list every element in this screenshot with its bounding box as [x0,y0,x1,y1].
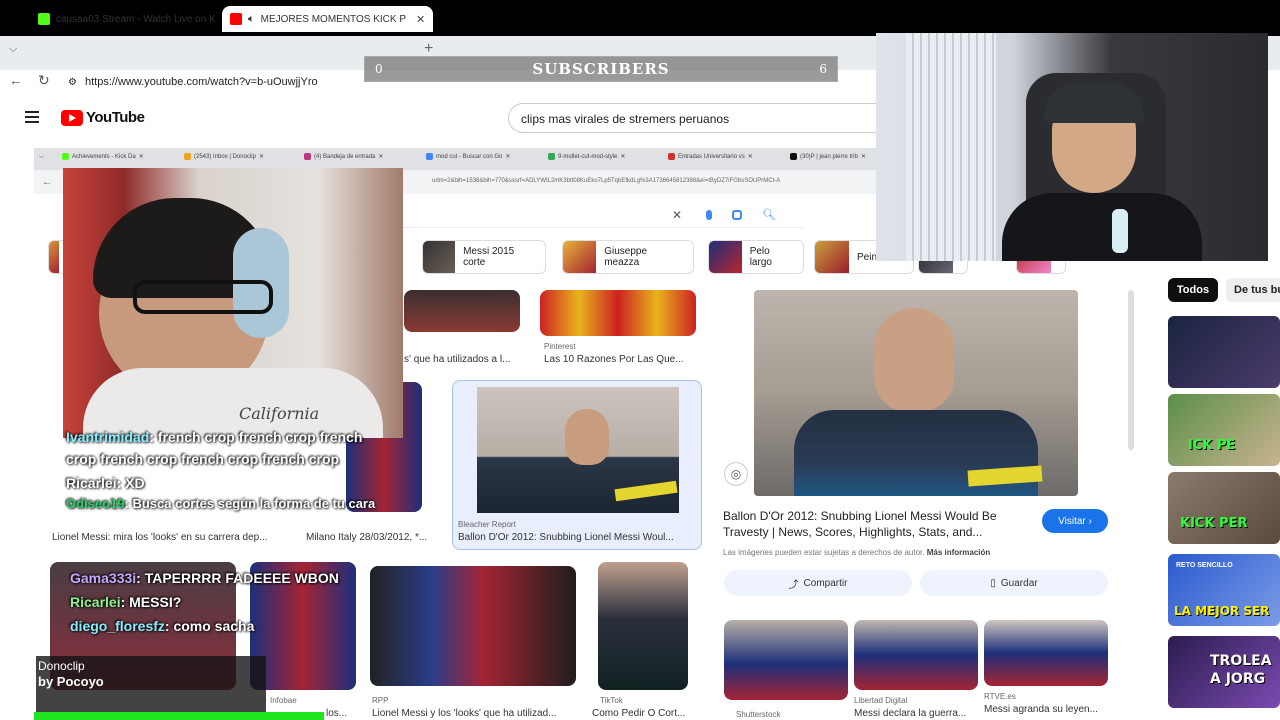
inner-tab: (2543) Inbox | Donoclip ✕ [184,153,264,160]
result-caption: Messi declara la guerra... [854,708,967,719]
result-caption: s' que ha utilizados a l... [404,354,511,365]
subscriber-goal: 6 [819,62,827,76]
site-info-icon[interactable]: ⚙ [68,77,77,88]
result-caption: Lionel Messi: mira los 'looks' en su car… [52,532,268,543]
bookmark-icon: ▯ [990,577,996,589]
youtube-play-icon [61,109,83,126]
inner-tab: (30)P | jean pierre trib ✕ [790,153,866,160]
result-caption: Milano Italy 28/03/2012, *... [306,532,428,543]
tab-youtube-video[interactable]: 🔈︎ MEJORES MOMENTOS KICK P ✕ [222,6,434,32]
lens-search-icon: ◎ [724,462,748,486]
recommended-video-thumbnail[interactable]: RETO SENCILLO LA MEJOR SER [1168,554,1280,626]
result-source: RTVE.es [984,692,1016,701]
result-source: Bleacher Report [458,520,516,529]
chip: Pelo largo [708,240,804,274]
youtube-logo[interactable]: YouTube [61,109,145,126]
result-source: Shutterstock [736,710,781,719]
clear-search-icon: ✕ [672,208,683,222]
chat-message: Gama333i: TAPERRRR FADEEEE WBON [70,570,339,586]
donoclip-author: by Pocoyo [38,674,104,689]
inner-tab: Entradas Universitario vs ✕ [668,153,753,160]
tab-search-chevron-icon[interactable]: ⌵ [9,43,17,56]
result-source: Libertad Digital [854,696,908,705]
result-caption: Messi agranda su leyen... [984,704,1098,715]
youtube-icon [230,13,242,25]
chip: Giuseppe meazza [562,240,694,274]
result-caption: Lionel Messi y los 'looks' que ha utiliz… [372,708,557,719]
donoclip-overlay: Donoclip by Pocoyo [36,656,266,712]
recommended-video-thumbnail[interactable]: TROLEA A JORG [1168,636,1280,708]
share-button: ⤴ Compartir [724,570,912,596]
microphone-icon [706,210,712,220]
chat-overlay-2: Gama333i: TAPERRRR FADEEEE WBON Ricarlei… [70,566,370,638]
back-arrow-icon[interactable]: ← [9,72,23,88]
result-source: TikTok [600,696,623,705]
chevron-down-icon: ⌵ [39,153,45,160]
inner-tab: Achievements - Kick Da ✕ [62,153,144,160]
streamer-webcam-left: California [63,168,403,438]
panel-title: Ballon D'Or 2012: Snubbing Lionel Messi … [723,509,997,539]
donoclip-progress-bar [34,712,324,720]
search-icon: 🔍︎ [762,209,776,221]
result-image [598,562,688,690]
subscriber-goal-bar: 0 SUBSCRIBERS 6 [364,56,838,82]
recommended-video-thumbnail[interactable]: KICK PER [1168,472,1280,544]
result-image [370,566,576,686]
inner-url-text: udm=2&bih=1536&bih=770&sxsrf=ADLYWIL2mK3… [432,178,781,184]
subscriber-label: SUBSCRIBERS [532,60,670,78]
shirt-print: California [239,404,320,423]
lens-icon [732,210,742,220]
speaker-icon[interactable]: 🔈︎ [248,13,255,26]
result-caption: los... [326,708,348,719]
url-text: https://www.youtube.com/watch?v=b-uOuwjj… [84,76,318,88]
result-image [404,290,520,332]
share-icon: ⤴ [788,579,799,591]
save-button: ▯ Guardar [920,570,1108,596]
inner-tab: (4) Bandeja de entrada ✕ [304,153,383,160]
recommended-video-thumbnail[interactable]: ICK PE [1168,394,1280,466]
youtube-search-input[interactable]: clips mas virales de stremers peruanos [508,103,878,133]
youtube-wordmark: YouTube [86,109,145,126]
inner-tab: 9-mullet-cut-mod-style ✕ [548,153,625,160]
chip: Messi 2015 corte [422,240,546,274]
tab-kick-stream[interactable]: causaa03 Stream - Watch Live on K ✕ [30,6,243,32]
result-source: Pinterest [544,342,576,351]
tab-title: causaa03 Stream - Watch Live on K [56,13,216,25]
result-image [540,290,696,336]
close-icon[interactable]: ✕ [416,13,425,26]
inner-back-icon: ← [42,177,52,188]
scrollbar [1128,290,1134,450]
chat-message: Ricarlei: MESSI? [70,594,182,610]
donoclip-title: Donoclip [38,659,85,673]
chat-message: Ivantrimidad: french crop french crop fr… [66,429,363,467]
related-image [854,620,978,690]
chat-overlay: Ivantrimidad: french crop french crop fr… [66,426,386,512]
menu-icon[interactable] [25,111,39,123]
streamer-webcam-right [876,33,1268,261]
result-source: RPP [372,696,389,705]
reload-icon[interactable]: ↻ [38,72,50,89]
chat-message: Ricarlei: XD [66,475,145,491]
tab-title: MEJORES MOMENTOS KICK P [260,13,406,25]
subscriber-count-start: 0 [375,62,383,76]
related-image [984,620,1108,686]
preview-image [754,290,1078,496]
filter-chip-todos[interactable]: Todos [1168,278,1218,302]
chat-message: diego_floresfz: como sacha [70,618,255,634]
filter-chip-de-tus-busquedas[interactable]: De tus bú [1226,278,1280,302]
inner-tab: mod cut - Buscar con Go ✕ [426,153,510,160]
result-caption: Ballon D'Or 2012: Snubbing Lionel Messi … [458,532,674,543]
result-caption: Como Pedir O Cort... [592,708,686,719]
related-image [724,620,848,700]
visit-button: Visitar › [1042,509,1108,533]
kick-icon [38,13,50,25]
result-source: Infobae [270,696,297,705]
result-caption: Las 10 Razones Por Las Que... [544,354,684,365]
recommended-video-thumbnail[interactable] [1168,316,1280,388]
copyright-note: Las imágenes pueden estar sujetas a dere… [723,548,991,557]
chat-message: Odiseo19: Busca cortes según la forma de… [66,496,376,511]
